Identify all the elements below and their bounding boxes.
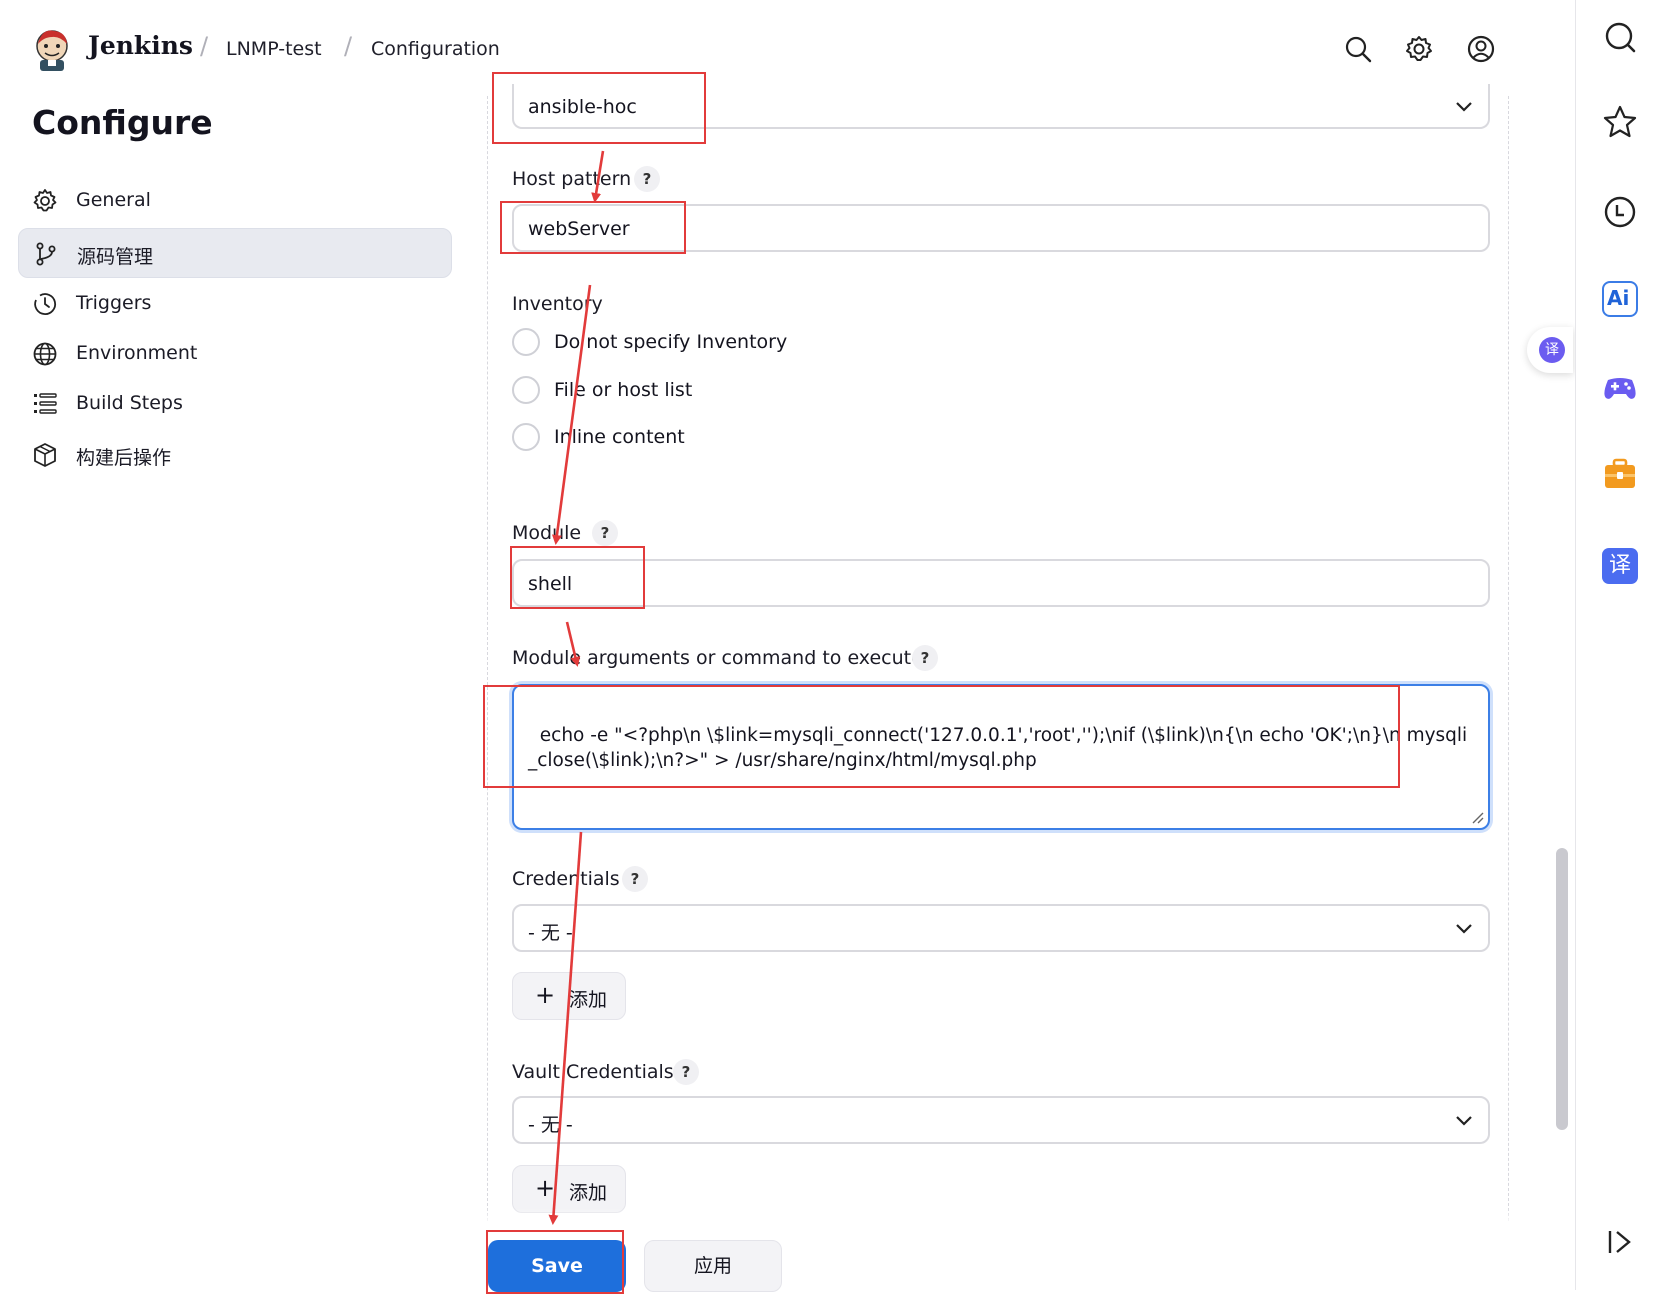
breadcrumb-separator: / xyxy=(344,32,353,60)
breadcrumb-separator: / xyxy=(200,32,209,60)
radio-label: Do not specify Inventory xyxy=(554,331,788,353)
form-border-right xyxy=(1508,96,1509,1226)
resize-handle-icon[interactable] xyxy=(1470,810,1484,824)
credentials-select[interactable]: - 无 - xyxy=(512,904,1490,952)
toolbox-icon[interactable] xyxy=(1602,456,1638,492)
plus-icon: + xyxy=(535,1174,556,1202)
vault-credentials-select[interactable]: - 无 - xyxy=(512,1096,1490,1144)
select-value: - 无 - xyxy=(528,922,573,944)
translate-icon: 译 xyxy=(1539,337,1565,363)
chevron-down-icon xyxy=(1456,924,1472,934)
sidebar-item-source-control[interactable]: 源码管理 xyxy=(18,228,452,278)
annotation-box-module xyxy=(510,546,645,609)
breadcrumb-configuration[interactable]: Configuration xyxy=(371,38,500,60)
host-pattern-label: Host pattern xyxy=(512,168,632,190)
apply-button[interactable]: 应用 xyxy=(644,1240,782,1292)
inventory-label: Inventory xyxy=(512,293,603,315)
module-input[interactable]: shell xyxy=(512,559,1490,607)
search-icon[interactable] xyxy=(1602,20,1638,56)
breadcrumb-job[interactable]: LNMP-test xyxy=(226,38,322,60)
module-args-label: Module arguments or command to execute xyxy=(512,647,923,669)
gear-icon[interactable] xyxy=(1404,34,1434,64)
annotation-box-save xyxy=(486,1230,624,1294)
sidebar-item-post-build[interactable]: 构建后操作 xyxy=(18,430,452,480)
gamepad-icon[interactable] xyxy=(1602,370,1638,406)
add-credentials-button[interactable]: + 添加 xyxy=(512,972,626,1020)
vault-credentials-label: Vault Credentials xyxy=(512,1061,674,1083)
sidebar-item-label: General xyxy=(76,189,151,211)
history-icon[interactable] xyxy=(1602,194,1638,230)
brand-name[interactable]: Jenkins xyxy=(88,31,193,60)
git-branch-icon xyxy=(36,242,56,266)
annotation-box-installation xyxy=(492,72,706,144)
floating-translate-button[interactable]: 译 xyxy=(1527,327,1573,373)
radio-file-host-list[interactable] xyxy=(512,376,540,404)
sidebar-item-label: Environment xyxy=(76,342,198,364)
sidebar-item-label: 源码管理 xyxy=(77,246,154,268)
gear-icon xyxy=(33,189,57,212)
add-vault-credentials-button[interactable]: + 添加 xyxy=(512,1165,626,1213)
search-icon[interactable] xyxy=(1343,34,1373,64)
sidebar-item-triggers[interactable]: Triggers xyxy=(18,279,452,329)
select-value: - 无 - xyxy=(528,1114,573,1136)
ai-icon[interactable]: Ai xyxy=(1602,281,1638,317)
button-label: 添加 xyxy=(569,989,608,1011)
cube-icon xyxy=(34,443,56,467)
chevron-down-icon xyxy=(1456,102,1472,112)
user-icon[interactable] xyxy=(1466,34,1496,64)
jenkins-logo-icon[interactable] xyxy=(30,26,74,72)
top-header: Jenkins / LNMP-test / Configuration xyxy=(0,0,1568,96)
sidebar-item-environment[interactable]: Environment xyxy=(18,329,452,379)
sidebar-item-build-steps[interactable]: Build Steps xyxy=(18,379,452,429)
star-icon[interactable] xyxy=(1602,104,1638,140)
radio-label: Inline content xyxy=(554,426,685,448)
credentials-help-icon[interactable]: ? xyxy=(622,866,648,892)
sidebar-item-label: Build Steps xyxy=(76,392,183,414)
button-label: 添加 xyxy=(569,1182,608,1204)
clock-icon xyxy=(34,293,57,315)
scrollbar-thumb[interactable] xyxy=(1556,848,1568,1130)
ai-label: Ai xyxy=(1607,286,1630,310)
collapse-panel-icon[interactable] xyxy=(1602,1224,1638,1260)
globe-icon xyxy=(33,342,57,366)
list-icon xyxy=(34,393,57,414)
sidebar-item-label: Triggers xyxy=(76,292,152,314)
radio-label: File or host list xyxy=(554,379,693,401)
sidebar-item-general[interactable]: General xyxy=(18,176,452,226)
radio-inline-content[interactable] xyxy=(512,423,540,451)
radio-no-inventory[interactable] xyxy=(512,328,540,356)
host-pattern-help-icon[interactable]: ? xyxy=(634,166,660,192)
module-help-icon[interactable]: ? xyxy=(592,520,618,546)
form-border-left xyxy=(487,96,488,1226)
module-label: Module xyxy=(512,522,582,544)
credentials-label: Credentials xyxy=(512,868,620,890)
vault-credentials-help-icon[interactable]: ? xyxy=(673,1059,699,1085)
plus-icon: + xyxy=(535,981,556,1009)
annotation-box-host-pattern xyxy=(500,201,686,254)
chevron-down-icon xyxy=(1456,1116,1472,1126)
annotation-box-module-args xyxy=(483,685,1400,788)
sidebar-item-label: 构建后操作 xyxy=(76,447,172,469)
module-args-help-icon[interactable]: ? xyxy=(912,645,938,671)
translate-icon[interactable]: 译 xyxy=(1602,548,1638,584)
page-title: Configure xyxy=(32,103,213,142)
